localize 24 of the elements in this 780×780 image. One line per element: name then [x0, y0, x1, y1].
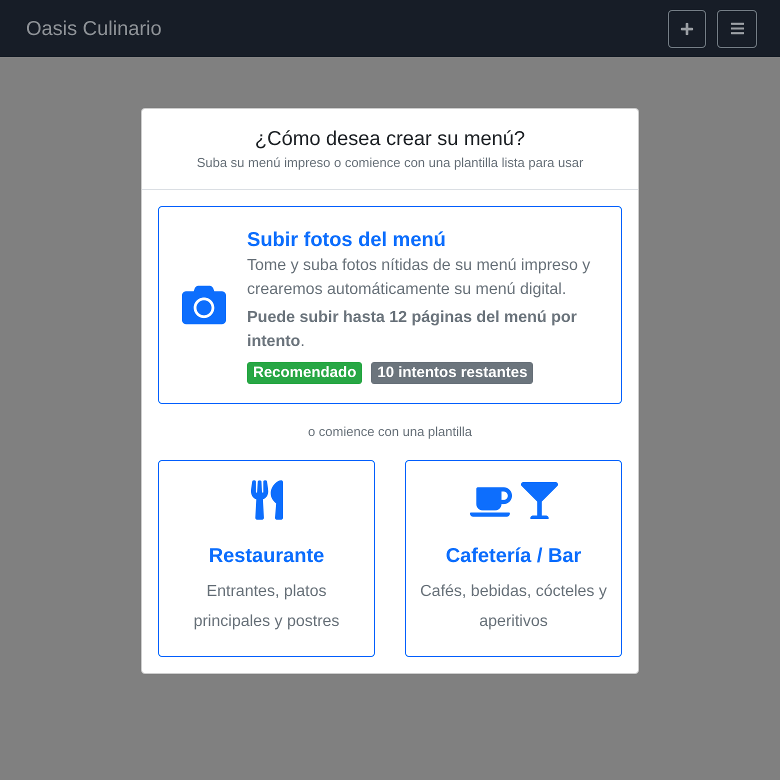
- divider-text: o comience con una plantilla: [306, 423, 474, 441]
- template-description: Entrantes, platos principales y postres: [192, 582, 340, 632]
- upload-note: Puede subir hasta 12 páginas del menú por intento.: [247, 308, 578, 352]
- upload-title: Subir fotos del menú: [247, 228, 447, 253]
- label-badge: Recomendado: [247, 362, 362, 384]
- menu-icon: [730, 21, 744, 36]
- plus-icon: [680, 22, 694, 36]
- dialog-subtitle: Suba su menú impreso o comience con una plantilla lista para usar: [196, 154, 584, 172]
- upload-option-card[interactable]: Subir fotos del menú Tome y suba fotos nítidas de su menú impreso y crearemos automáticamente su menú digital. Puede subir hasta 12 páginas del menú por intento. Recomendado 10 intentos restantes: [158, 206, 622, 404]
- upload-description: Tome y suba fotos nítidas de su menú impreso y crearemos automáticamente su menú digital.: [247, 256, 592, 300]
- template-description: Cafés, bebidas, cócteles y aperitivos: [419, 582, 608, 632]
- label-badge: 10 intentos restantes: [371, 362, 534, 384]
- fork-knife-icon: [250, 480, 282, 520]
- dialog-title: ¿Cómo desea crear su menú?: [254, 127, 526, 152]
- martini-glass-icon: [520, 482, 558, 518]
- camera-icon: [182, 283, 226, 327]
- template-title: Cafetería / Bar: [446, 544, 582, 569]
- template-card[interactable]: Cafetería / Bar Cafés, bebidas, cócteles y aperitivos: [405, 460, 622, 657]
- add-button[interactable]: [668, 10, 706, 48]
- brand-title[interactable]: Oasis Culinario: [26, 14, 162, 44]
- template-card[interactable]: Restaurante Entrantes, platos principales y postres: [158, 460, 375, 657]
- template-title: Restaurante: [208, 544, 324, 569]
- menu-button[interactable]: [717, 10, 757, 48]
- cup-icon: [470, 485, 512, 519]
